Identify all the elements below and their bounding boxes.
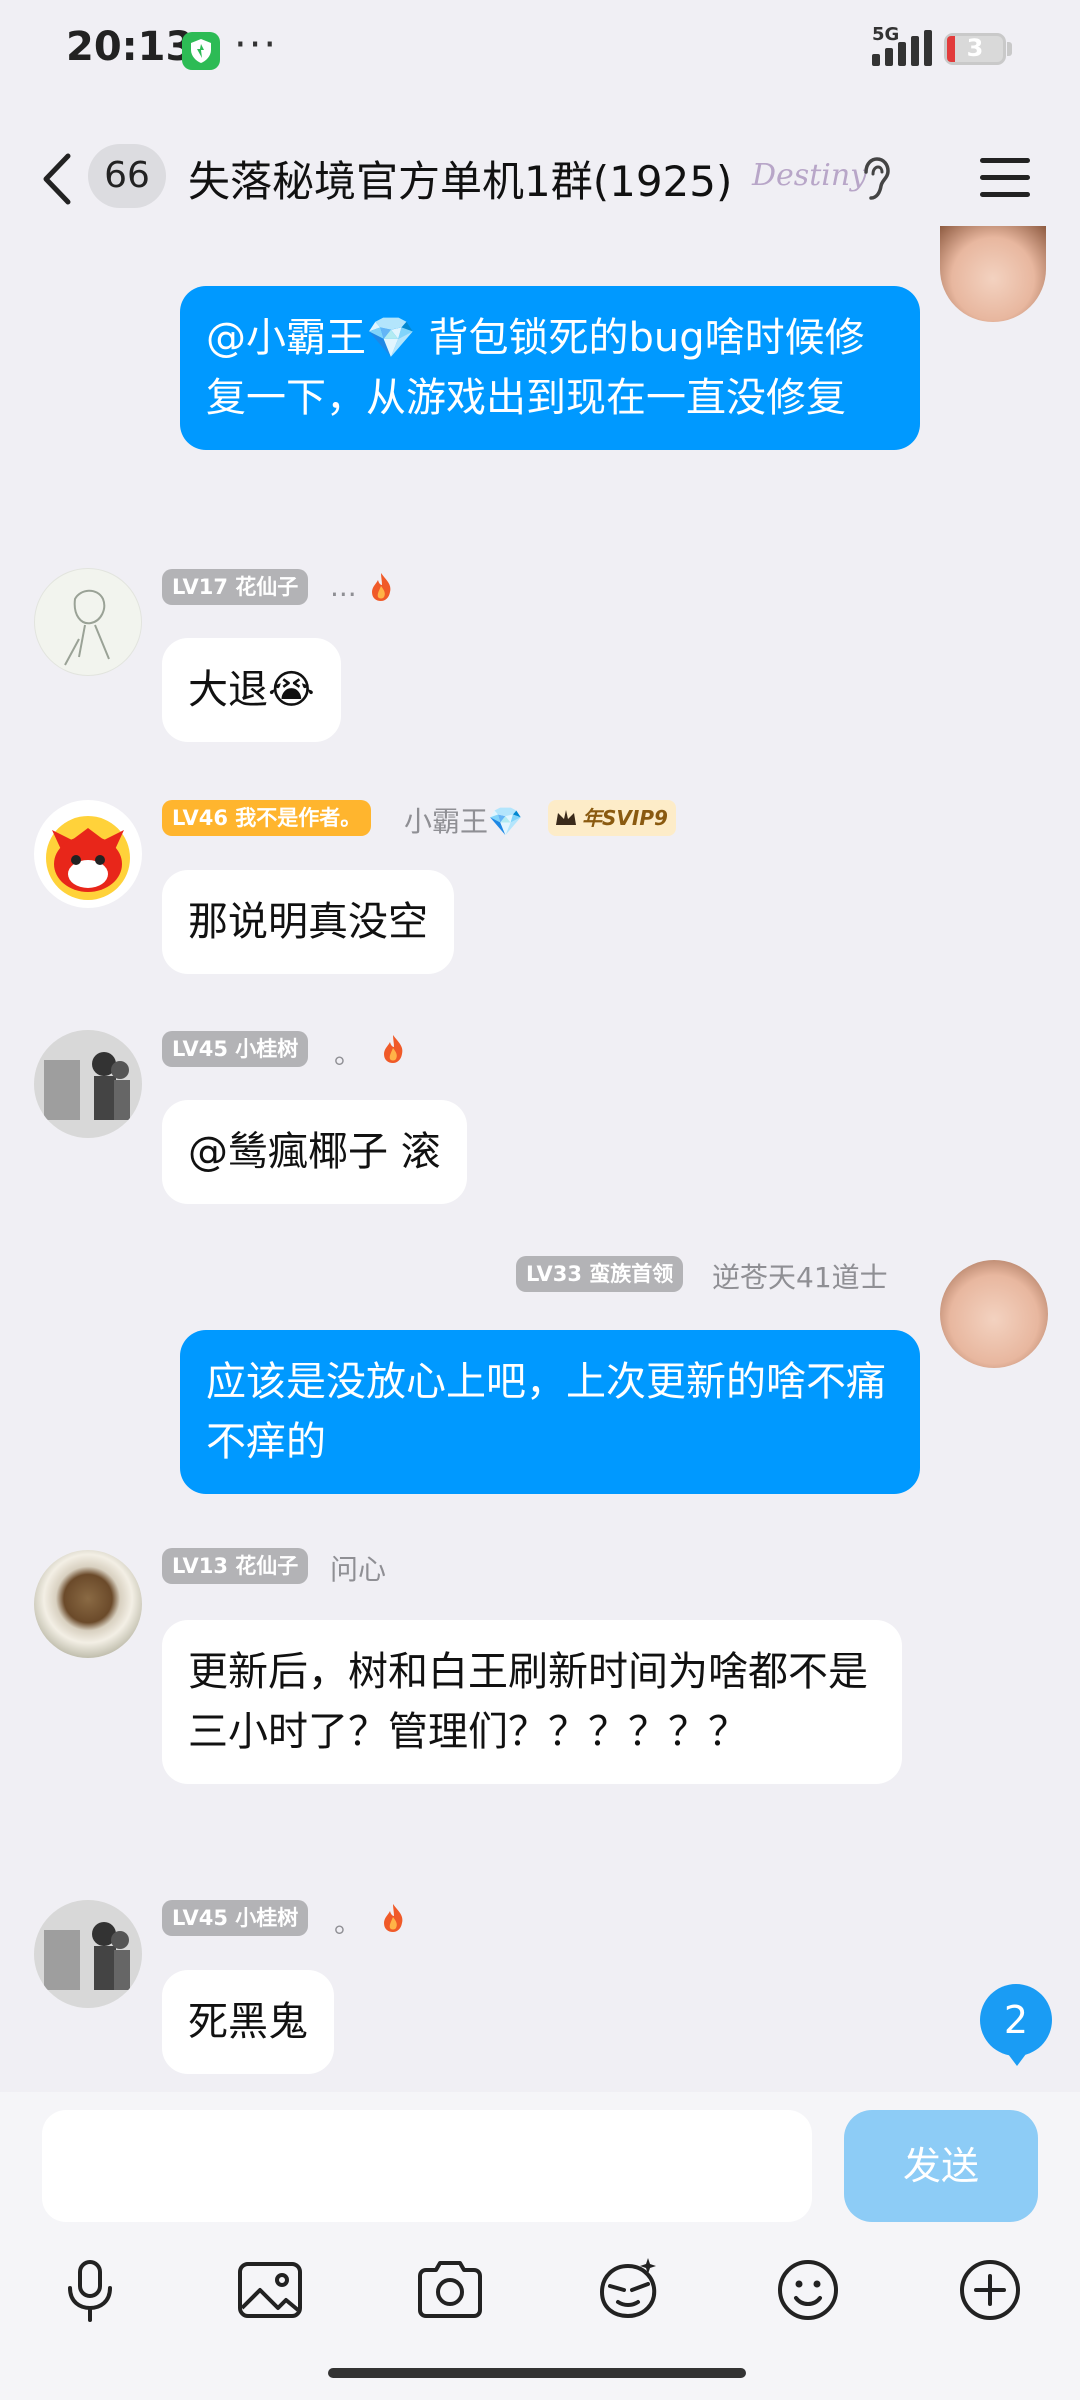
avatar[interactable] (940, 1260, 1048, 1368)
flame-icon (384, 1904, 403, 1932)
message-bubble[interactable]: 死黑鬼 (162, 1970, 334, 2074)
sender-name[interactable]: 。 (334, 1901, 362, 1941)
message-bubble[interactable]: 大退😭 (162, 638, 341, 742)
battery-level: 3 (966, 34, 984, 62)
sender-name[interactable]: 逆苍天41道士 (712, 1256, 888, 1296)
group-logo: Destiny (752, 158, 868, 193)
camera-icon[interactable] (412, 2252, 488, 2328)
level-badge: LV46 我不是作者。 (162, 800, 372, 836)
input-bar: 发送 (0, 2092, 1080, 2400)
status-time: 20:13 (66, 24, 194, 70)
chat-title-bar: 66 失落秘境官方单机1群(1925) Destiny (0, 130, 1080, 226)
message-bubble[interactable]: 应该是没放心上吧，上次更新的啥不痛不痒的 (180, 1330, 920, 1494)
message-bubble[interactable]: @鸶瘋椰子 滚 (162, 1100, 467, 1204)
mic-icon[interactable] (52, 2252, 128, 2328)
sender-name[interactable]: 问心 (330, 1548, 386, 1588)
home-indicator[interactable] (328, 2368, 746, 2378)
level-badge: LV45 小桂树 (162, 1900, 309, 1936)
vip-crown-icon (556, 810, 576, 825)
plus-icon[interactable] (952, 2252, 1028, 2328)
avatar[interactable] (34, 1550, 142, 1658)
send-button[interactable]: 发送 (844, 2110, 1038, 2222)
level-badge: LV17 花仙子 (162, 569, 309, 605)
menu-icon[interactable] (980, 156, 1032, 200)
sender-name[interactable]: 小霸王💎 (404, 800, 523, 840)
vip-label: 年SVIP9 (582, 806, 668, 830)
unread-count-badge[interactable]: 66 (88, 144, 166, 208)
back-icon[interactable] (38, 152, 74, 206)
ear-icon[interactable] (858, 156, 894, 202)
sender-name[interactable]: ... (330, 570, 357, 603)
message-bubble[interactable]: 那说明真没空 (162, 870, 454, 974)
group-title[interactable]: 失落秘境官方单机1群(1925) (188, 148, 732, 209)
message-list[interactable]: @小霸王💎 背包锁死的bug啥时候修复一下，从游戏出到现在一直没修复 LV17 … (0, 226, 1080, 2092)
emoji-icon[interactable] (770, 2252, 846, 2328)
more-notifications-icon: ··· (234, 22, 279, 68)
avatar[interactable] (34, 1030, 142, 1138)
level-badge: LV13 花仙子 (162, 1548, 309, 1584)
sender-name[interactable]: 。 (334, 1032, 362, 1072)
level-badge: LV33 蛮族首领 (516, 1256, 684, 1292)
sticker-icon[interactable] (590, 2252, 666, 2328)
flame-icon (384, 1035, 403, 1063)
vip-badge: 年SVIP9 (548, 800, 676, 836)
new-messages-badge[interactable]: 2 (980, 1984, 1052, 2066)
battery-icon: 3 (944, 33, 1006, 65)
level-badge: LV45 小桂树 (162, 1031, 309, 1067)
avatar[interactable] (34, 1900, 142, 2008)
image-icon[interactable] (232, 2252, 308, 2328)
status-bar: 20:13 ··· 5G 3 (0, 0, 1080, 100)
avatar[interactable] (34, 800, 142, 908)
signal-icon (872, 30, 932, 66)
flame-icon (372, 573, 391, 601)
security-shield-icon (182, 32, 220, 70)
message-bubble[interactable]: @小霸王💎 背包锁死的bug啥时候修复一下，从游戏出到现在一直没修复 (180, 286, 920, 450)
avatar[interactable] (940, 226, 1046, 322)
message-input[interactable] (42, 2110, 812, 2222)
message-bubble[interactable]: 更新后，树和白王刷新时间为啥都不是三小时了？管理们？？？？？？ (162, 1620, 902, 1784)
avatar[interactable] (34, 568, 142, 676)
